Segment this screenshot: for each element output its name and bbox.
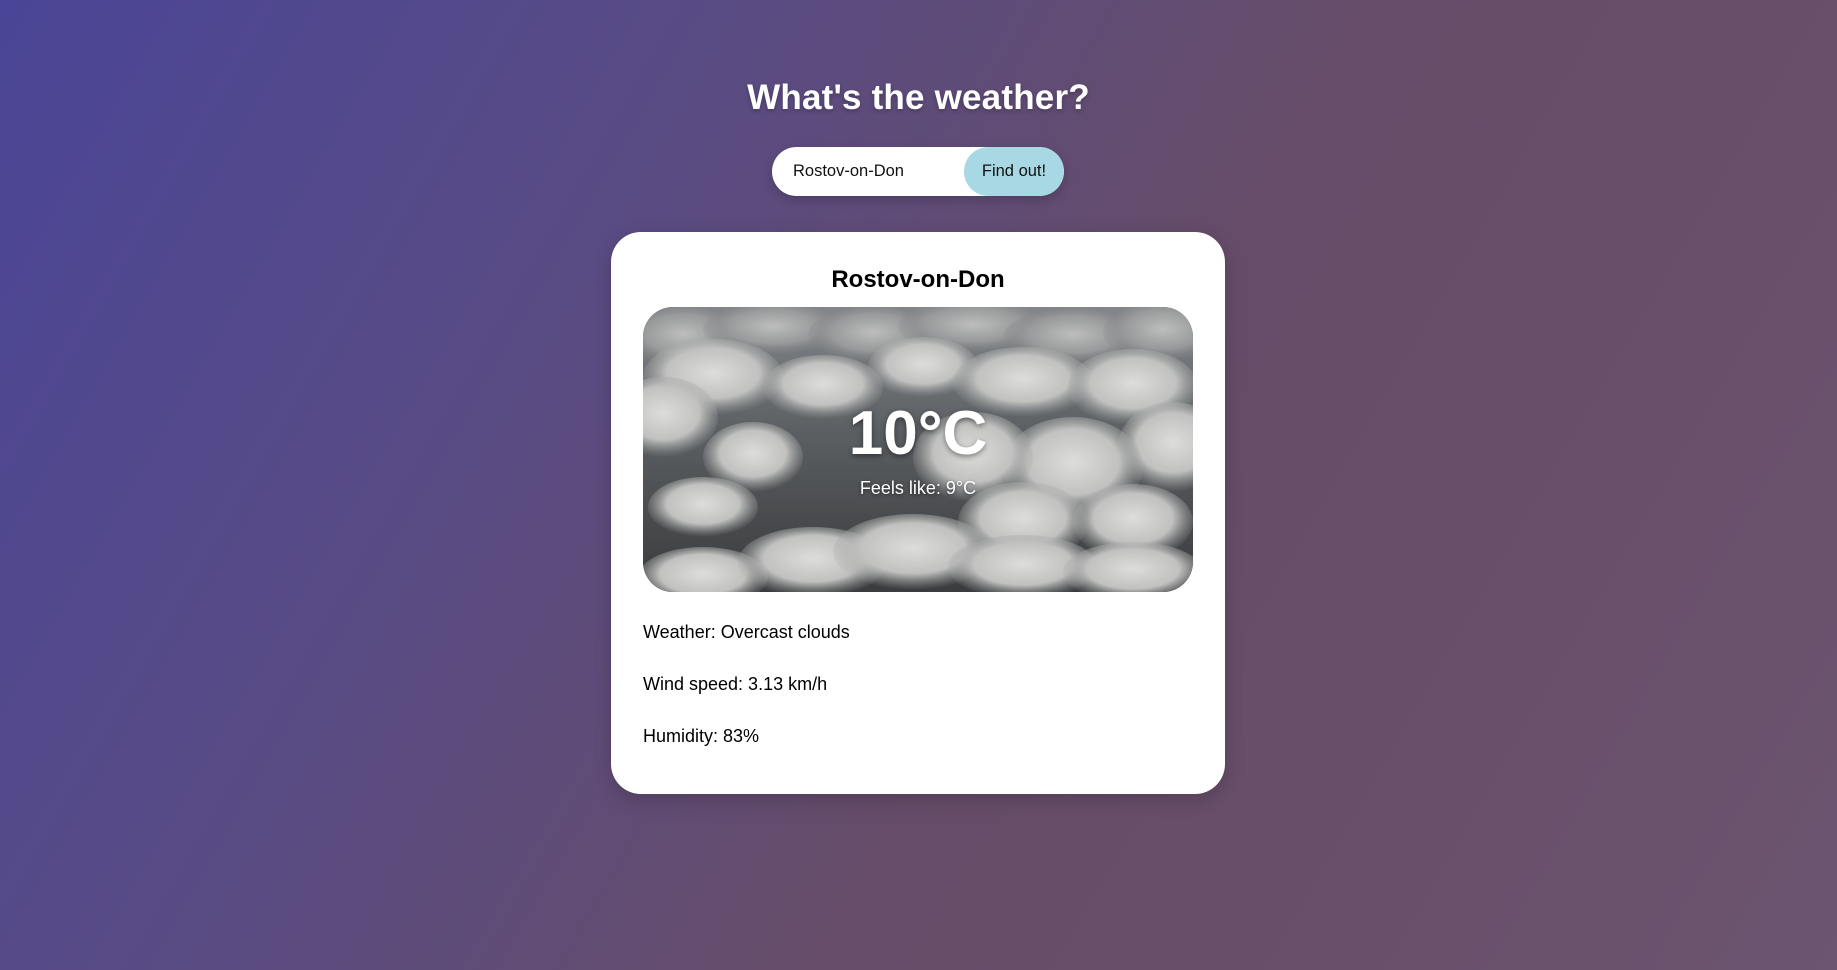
weather-card: Rostov-on-Don 10°C Feels like: 9°C Weath…: [611, 232, 1225, 794]
humidity: Humidity: 83%: [643, 726, 760, 746]
city-search-input[interactable]: [772, 147, 964, 196]
weather-description: Weather: Overcast clouds: [643, 622, 850, 642]
city-name: Rostov-on-Don: [831, 266, 1005, 293]
search-bar: Find out!: [772, 147, 1064, 196]
temperature: 10°C: [848, 399, 988, 468]
page-title: What's the weather?: [747, 78, 1090, 117]
wind-speed: Wind speed: 3.13 km/h: [643, 674, 828, 694]
find-out-button[interactable]: Find out!: [964, 147, 1064, 196]
page: What's the weather? Find out! Rostov-on-…: [0, 0, 1837, 970]
feels-like: Feels like: 9°C: [859, 478, 977, 498]
overcast-clouds-photo: 10°C Feels like: 9°C: [643, 307, 1193, 592]
